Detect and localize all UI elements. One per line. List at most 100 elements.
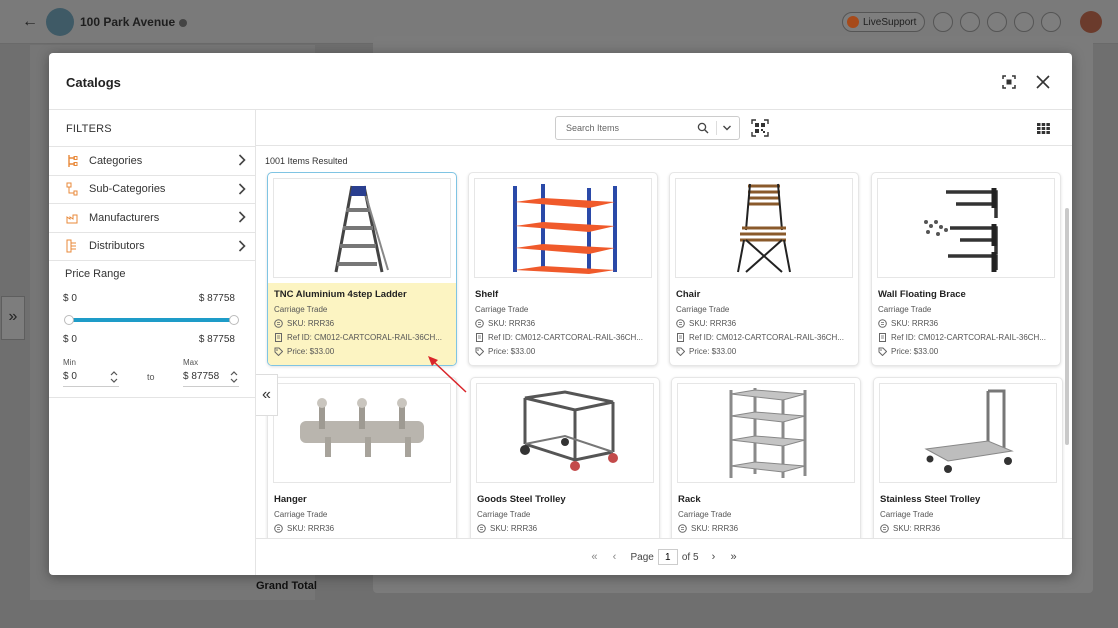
page-label: Page [630,551,654,563]
product-info: Goods Steel Trolley Carriage Trade SKU: … [471,488,659,538]
search-icon[interactable] [697,122,709,134]
property-title: 100 Park Avenue [80,15,188,29]
expand-panel-icon: » [1,296,25,340]
product-name: Shelf [475,289,499,300]
last-page-icon[interactable]: » [727,551,741,563]
search-separator [716,121,717,135]
product-name: Rack [678,494,701,505]
stepper-icon[interactable] [229,367,239,387]
slider-min-handle[interactable] [64,315,74,325]
sku-icon [475,319,484,328]
sku-icon [676,319,685,328]
price-max-display-bottom: $ 87758 [198,334,235,345]
collapse-filters-button[interactable]: « [256,374,278,416]
product-ref: Ref ID: CM012-CARTCORAL-RAIL-36CH... [676,332,852,343]
double-chevron-left-icon: « [262,386,271,403]
pagination: « ‹ Page of 5 › » [256,538,1072,575]
product-info: TNC Aluminium 4step Ladder Carriage Trad… [268,283,456,365]
product-card[interactable]: Shelf Carriage Trade SKU: RRR36 Ref ID: … [468,172,658,366]
modal-header: Catalogs [49,53,1072,110]
product-vendor: Carriage Trade [477,510,531,519]
product-image-rack [677,383,855,483]
product-image-trolley [476,383,654,483]
qr-scan-icon[interactable] [751,119,769,137]
distributors-icon [66,239,78,253]
sku-icon [678,524,687,533]
sku-icon [274,524,283,533]
document-icon [879,333,886,342]
grid-view-icon[interactable] [1037,123,1050,134]
live-support-button: LiveSupport [842,12,926,32]
first-page-icon[interactable]: « [587,551,601,563]
fullscreen-icon [1002,75,1016,89]
product-image-steel-trolley [879,383,1057,483]
live-support-icon [847,16,859,28]
sku-icon [477,524,486,533]
filter-item-categories[interactable]: Categories [49,147,256,176]
modal-title: Catalogs [66,75,121,90]
filter-item-manufacturers[interactable]: Manufacturers [49,204,256,233]
chevron-down-icon[interactable] [722,123,732,133]
slider-max-handle[interactable] [229,315,239,325]
product-image-shelf [474,178,652,278]
product-card[interactable]: Hanger Carriage Trade SKU: RRR36 [267,377,457,538]
fullscreen-button[interactable] [998,71,1020,93]
document-icon [476,333,483,342]
min-price-input[interactable]: $ 0 [63,367,119,387]
close-button[interactable] [1032,71,1054,93]
price-tag-icon [475,347,484,356]
product-price: Price: $33.00 [676,346,852,357]
manufacturers-icon [66,211,78,225]
stepper-icon[interactable] [109,367,119,387]
product-name: TNC Aluminium 4step Ladder [274,289,407,300]
product-card[interactable]: TNC Aluminium 4step Ladder Carriage Trad… [267,172,457,366]
grid-scrollbar[interactable] [1065,208,1069,445]
product-image-chair [675,178,853,278]
product-info: Rack Carriage Trade SKU: RRR36 [672,488,860,538]
product-sku: SKU: RRR36 [475,318,651,329]
product-sku: SKU: RRR36 [880,523,1056,534]
back-arrow-icon: ← [22,13,38,30]
close-icon [1036,75,1050,89]
product-image-brace [877,178,1055,278]
settings-icon [987,12,1007,32]
page-number-input[interactable] [657,549,678,565]
product-card[interactable]: Stainless Steel Trolley Carriage Trade S… [873,377,1063,538]
product-name: Goods Steel Trolley [477,494,566,505]
min-input-label: Min [63,358,76,367]
max-input-label: Max [183,358,199,367]
product-card[interactable]: Wall Floating Brace Carriage Trade SKU: … [871,172,1061,366]
product-sku: SKU: RRR36 [678,523,854,534]
filters-sidebar: FILTERS Categories Sub-Categories Manufa… [49,110,256,575]
to-label: to [147,372,155,382]
results-count: 1001 Items Resulted [265,156,348,166]
prev-page-icon[interactable]: ‹ [607,551,621,563]
product-ref: Ref ID: CM012-CARTCORAL-RAIL-36CH... [475,332,651,343]
product-name: Stainless Steel Trolley [880,494,981,505]
product-vendor: Carriage Trade [878,305,932,314]
categories-icon [66,154,78,168]
max-price-input[interactable]: $ 87758 [183,367,239,387]
product-card[interactable]: Chair Carriage Trade SKU: RRR36 Ref ID: … [669,172,859,366]
document-icon [275,333,282,342]
product-price: Price: $33.00 [274,346,450,357]
sku-icon [880,524,889,533]
chart-icon [960,12,980,32]
product-ref: Ref ID: CM012-CARTCORAL-RAIL-36CH... [878,332,1054,343]
product-grid: TNC Aluminium 4step Ladder Carriage Trad… [265,172,1065,538]
filter-item-sub-categories[interactable]: Sub-Categories [49,176,256,204]
filter-item-distributors[interactable]: Distributors [49,233,256,261]
sku-icon [878,319,887,328]
page-total-label: of 5 [681,551,699,563]
product-card[interactable]: Rack Carriage Trade SKU: RRR36 [671,377,861,538]
product-sku: SKU: RRR36 [676,318,852,329]
user-avatar [1080,11,1102,33]
search-input[interactable] [566,123,686,133]
next-page-icon[interactable]: › [707,551,721,563]
product-info: Wall Floating Brace Carriage Trade SKU: … [872,283,1060,365]
product-sku: SKU: RRR36 [878,318,1054,329]
price-range-slider[interactable] [64,315,239,325]
filters-title: FILTERS [66,123,112,135]
property-avatar [46,8,74,36]
product-card[interactable]: Goods Steel Trolley Carriage Trade SKU: … [470,377,660,538]
